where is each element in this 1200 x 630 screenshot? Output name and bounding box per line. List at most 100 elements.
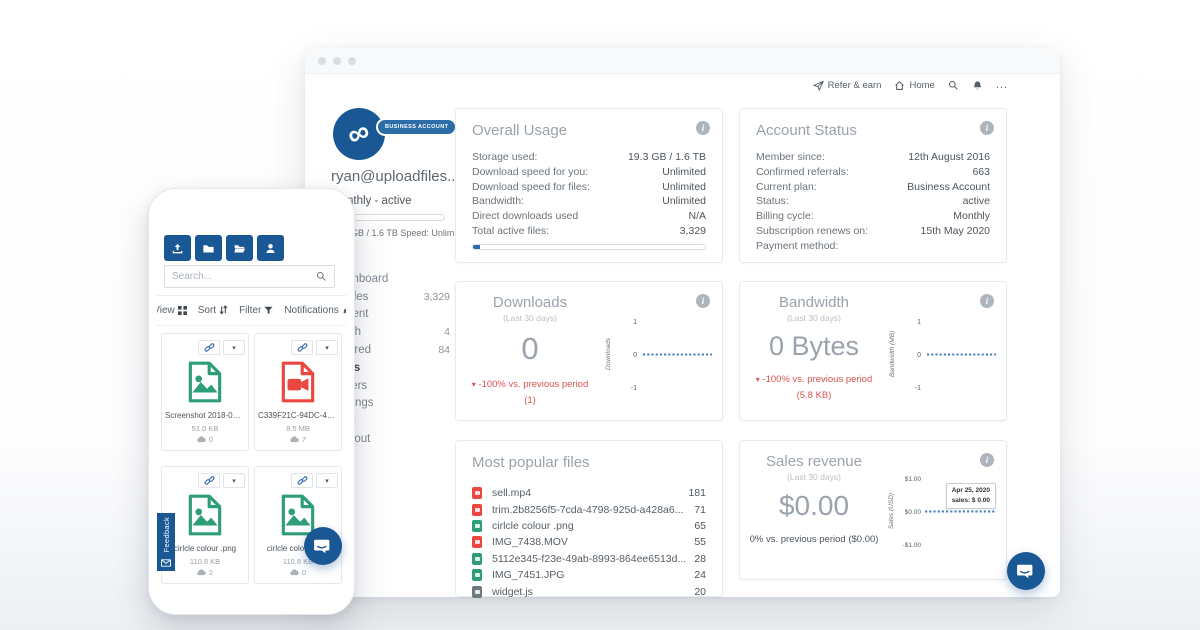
share-link-icon: [204, 475, 215, 486]
chat-launcher-button[interactable]: [304, 527, 342, 565]
video-file-icon: [276, 360, 320, 404]
browser-window: Refer & earn Home ... ∞ BUSINESS ACCOUNT…: [305, 48, 1060, 597]
copy-link-button[interactable]: [198, 340, 220, 355]
downloads-value: 0: [456, 331, 604, 367]
svg-text:-1: -1: [915, 385, 921, 392]
sort-icon: [219, 305, 228, 315]
file-downloads: 0: [255, 568, 341, 577]
more-menu-button[interactable]: ...: [996, 79, 1008, 91]
search-icon: [948, 80, 959, 91]
search-button[interactable]: [948, 80, 959, 91]
notifications-button[interactable]: Notifications 9: [284, 305, 346, 316]
share-link-icon: [204, 342, 215, 353]
window-control-dot[interactable]: [333, 57, 341, 65]
file-name: cirlcle colour .png: [492, 520, 686, 532]
dropdown-button[interactable]: ▾: [316, 473, 338, 488]
info-icon[interactable]: i: [980, 121, 994, 135]
chat-launcher-button[interactable]: [1007, 552, 1045, 590]
home-link[interactable]: Home: [894, 80, 934, 91]
info-icon[interactable]: i: [696, 121, 710, 135]
account-status-card: Account Status i Member since:12th Augus…: [739, 108, 1007, 263]
image-file-icon: [183, 360, 227, 404]
file-type-icon: [472, 520, 482, 532]
home-label: Home: [909, 80, 934, 91]
notifications-button[interactable]: [972, 80, 983, 91]
svg-text:0: 0: [633, 352, 637, 359]
file-download-count: 65: [694, 520, 706, 532]
search-input[interactable]: [172, 271, 316, 282]
file-size: 51.0 KB: [162, 424, 248, 433]
stat-row: Payment method:: [756, 240, 990, 255]
file-card-actions: ▾: [291, 340, 338, 355]
popular-files-list: sell.mp4181trim.2b8256f5-7cda-4798-925d-…: [472, 485, 706, 600]
downloads-sparkline-chart: Downloads 1 0 -1: [601, 300, 716, 408]
phone-file-card: ▾Screenshot 2018-06-...51.0 KB0: [161, 333, 249, 451]
sort-button[interactable]: Sort: [198, 305, 228, 316]
popular-file-row[interactable]: IMG_7438.MOV55: [472, 534, 706, 550]
copy-link-button[interactable]: [291, 473, 313, 488]
file-type-icon: [472, 487, 482, 499]
stat-value: 3,329: [680, 225, 706, 240]
stat-row: Storage used:19.3 GB / 1.6 TB: [472, 151, 706, 166]
file-name: 5112e345-f23e-49ab-8993-864ee6513d...: [492, 553, 686, 565]
stat-value: Business Account: [907, 181, 990, 196]
image-file-icon: [183, 493, 227, 537]
dropdown-button[interactable]: ▾: [223, 340, 245, 355]
card-title: Downloads: [456, 294, 604, 311]
file-download-count: 7: [302, 435, 306, 444]
file-downloads: 0: [162, 435, 248, 444]
svg-text:-$1.00: -$1.00: [903, 542, 922, 549]
file-download-count: 0: [209, 435, 213, 444]
upload-button[interactable]: [164, 235, 191, 261]
file-name: widget.js: [492, 586, 686, 598]
window-control-dot[interactable]: [348, 57, 356, 65]
folder-button[interactable]: [195, 235, 222, 261]
copy-link-button[interactable]: [198, 473, 220, 488]
download-count-icon: [290, 436, 299, 443]
stat-value: Unlimited: [662, 195, 706, 210]
view-button[interactable]: View: [157, 305, 187, 316]
filter-button[interactable]: Filter: [239, 305, 273, 316]
refer-earn-link[interactable]: Refer & earn: [813, 80, 882, 91]
tooltip-value: sales: $ 0.00: [952, 496, 990, 506]
svg-text:Sales (USD): Sales (USD): [888, 493, 895, 529]
popular-file-row[interactable]: 5112e345-f23e-49ab-8993-864ee6513d...28: [472, 551, 706, 567]
sidebar-item-count: 84: [438, 344, 450, 356]
card-title: Most popular files: [472, 454, 590, 471]
stat-label: Confirmed referrals:: [756, 166, 849, 181]
file-download-count: 20: [694, 586, 706, 598]
stat-value: active: [963, 195, 990, 210]
popular-file-row[interactable]: cirlcle colour .png 65: [472, 518, 706, 534]
popular-file-row[interactable]: trim.2b8256f5-7cda-4798-925d-a428a6...71: [472, 501, 706, 517]
file-name: cirlcle colour .png: [165, 544, 245, 553]
folder-open-icon: [233, 242, 246, 255]
popular-file-row[interactable]: widget.js 20: [472, 583, 706, 599]
card-title: Account Status: [756, 122, 857, 139]
feedback-tab[interactable]: Feedback: [157, 513, 175, 571]
copy-link-button[interactable]: [291, 340, 313, 355]
stat-label: Direct downloads used: [472, 210, 578, 225]
stat-value: 15th May 2020: [921, 225, 990, 240]
stat-value: 663: [972, 166, 990, 181]
window-control-dot[interactable]: [318, 57, 326, 65]
tooltip-date: Apr 25, 2020: [952, 486, 990, 496]
funnel-icon: [264, 306, 273, 315]
dropdown-button[interactable]: ▾: [316, 340, 338, 355]
file-card-actions: ▾: [198, 473, 245, 488]
file-type-icon: [472, 586, 482, 598]
card-title: Overall Usage: [472, 122, 567, 139]
file-download-count: 55: [694, 536, 706, 548]
avatar[interactable]: ∞: [333, 108, 385, 160]
stat-row: Subscription renews on:15th May 2020: [756, 225, 990, 240]
dropdown-button[interactable]: ▾: [223, 473, 245, 488]
stat-label: Download speed for you:: [472, 166, 588, 181]
popular-file-row[interactable]: sell.mp4181: [472, 485, 706, 501]
popular-file-row[interactable]: IMG_7451.JPG24: [472, 567, 706, 583]
search-field[interactable]: [164, 265, 335, 288]
card-subtitle: (Last 30 days): [456, 313, 604, 323]
folder-open-button[interactable]: [226, 235, 253, 261]
account-button[interactable]: [257, 235, 284, 261]
stat-row: Total active files:3,329: [472, 225, 706, 240]
stat-value: Unlimited: [662, 166, 706, 181]
grid-icon: [178, 306, 187, 315]
